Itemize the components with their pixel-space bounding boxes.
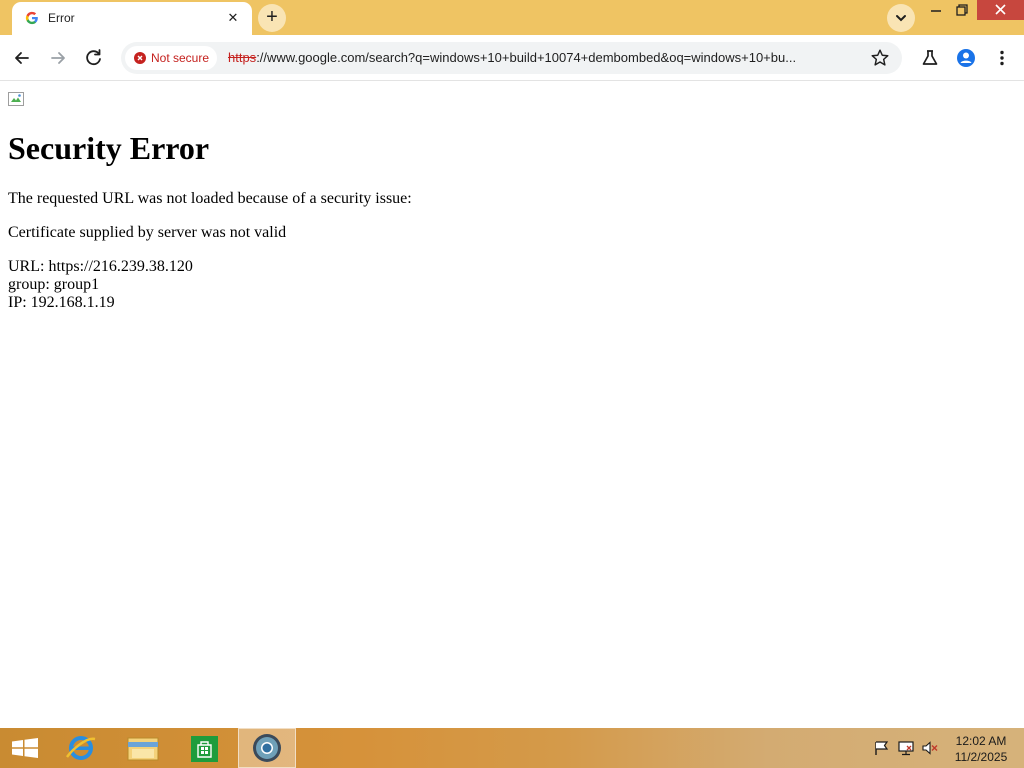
avatar-icon	[957, 49, 975, 67]
new-tab-button[interactable]: +	[258, 4, 286, 32]
clock-time: 12:02 AM	[955, 734, 1007, 748]
google-favicon-icon	[25, 11, 38, 25]
action-center-icon[interactable]	[873, 740, 891, 756]
arrow-right-icon	[51, 52, 65, 64]
store-button[interactable]	[176, 728, 234, 768]
address-bar[interactable]: Not secure https://www.google.com/search…	[121, 42, 902, 74]
tab-search-button[interactable]	[887, 4, 915, 32]
menu-button[interactable]	[988, 44, 1016, 72]
start-button[interactable]	[0, 728, 58, 768]
start-icon	[12, 738, 38, 758]
security-chip[interactable]: Not secure	[125, 46, 217, 70]
url-text[interactable]: https://www.google.com/search?q=windows+…	[228, 50, 868, 65]
minimize-button[interactable]	[924, 0, 948, 22]
reload-icon	[86, 49, 101, 66]
ip-line: IP: 192.168.1.19	[8, 294, 115, 311]
internet-explorer-icon	[65, 736, 96, 760]
url-scheme: https	[228, 50, 257, 65]
error-message: The requested URL was not loaded because…	[8, 190, 412, 207]
restore-button[interactable]	[950, 0, 974, 22]
flask-icon	[922, 50, 938, 65]
tab-error[interactable]: Error ✕	[12, 2, 252, 35]
forward-button[interactable]	[44, 44, 72, 72]
volume-muted-icon[interactable]	[921, 740, 939, 756]
browser-toolbar: Not secure https://www.google.com/search…	[0, 35, 1024, 81]
title-bar: Error ✕ +	[0, 0, 1024, 35]
tab-close-button[interactable]: ✕	[223, 8, 243, 28]
broken-image-icon	[8, 92, 24, 106]
error-circle-icon	[134, 52, 146, 64]
network-icon[interactable]	[897, 740, 915, 756]
bookmark-button[interactable]	[869, 47, 891, 69]
internet-explorer-button[interactable]	[52, 728, 110, 768]
arrow-left-icon	[15, 52, 29, 64]
back-button[interactable]	[8, 44, 36, 72]
group-line: group: group1	[8, 276, 100, 293]
reload-button[interactable]	[80, 44, 108, 72]
clock-date: 11/2/2025	[954, 750, 1008, 764]
taskbar-clock[interactable]: 12:02 AM 11/2/2025	[950, 733, 1012, 765]
not-secure-label: Not secure	[151, 51, 210, 65]
page-title: Security Error	[8, 130, 210, 166]
url-line: URL: https://216.239.38.120	[8, 258, 193, 275]
chevron-down-icon	[896, 15, 906, 22]
profile-button[interactable]	[952, 44, 980, 72]
page-content: Security Error The requested URL was not…	[0, 82, 1024, 728]
close-window-button[interactable]	[977, 0, 1024, 20]
store-icon	[191, 736, 218, 762]
labs-button[interactable]	[916, 44, 944, 72]
chrome-icon	[253, 734, 281, 762]
url-path: ://www.google.com/search?q=windows+10+bu…	[256, 50, 797, 65]
more-vertical-icon	[1000, 50, 1004, 66]
chrome-button[interactable]	[238, 728, 296, 768]
error-reason: Certificate supplied by server was not v…	[8, 224, 287, 241]
close-icon	[995, 4, 1006, 15]
star-icon	[871, 49, 889, 66]
minimize-icon	[931, 10, 941, 12]
taskbar: 12:02 AM 11/2/2025	[0, 728, 1024, 768]
file-explorer-icon	[127, 737, 159, 761]
file-explorer-button[interactable]	[114, 728, 172, 768]
restore-icon	[956, 4, 968, 16]
tab-title: Error	[48, 11, 75, 25]
